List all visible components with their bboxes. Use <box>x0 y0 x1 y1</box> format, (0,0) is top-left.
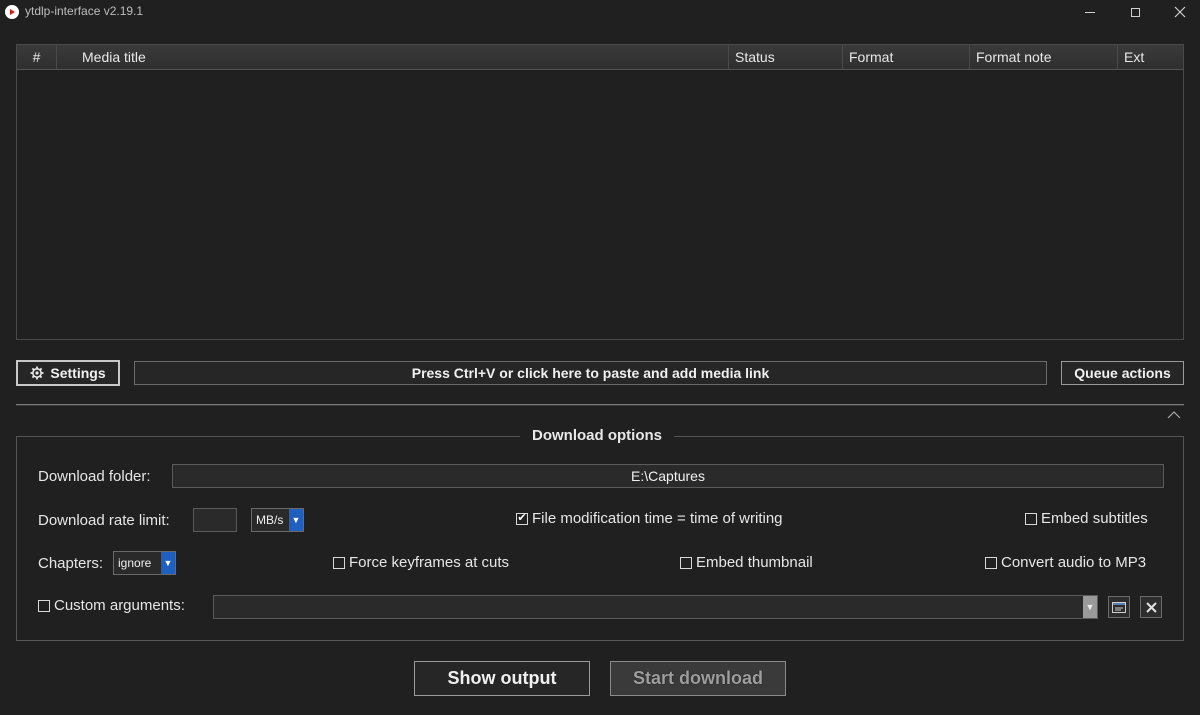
arguments-editor-button[interactable] <box>1108 596 1130 618</box>
checkbox-icon <box>38 599 50 612</box>
force-keyframes-label: Force keyframes at cuts <box>349 554 510 571</box>
checkbox-icon <box>1025 512 1037 525</box>
embed-thumbnail-checkbox[interactable]: Embed thumbnail <box>680 554 813 571</box>
close-icon <box>1174 6 1186 18</box>
queue-table-header: # Media title Status Format Format note … <box>17 45 1183 70</box>
editor-window-icon <box>1112 601 1126 613</box>
queue-list[interactable] <box>16 44 1184 340</box>
download-options-title: Download options <box>520 426 674 446</box>
download-folder-label: Download folder: <box>38 468 151 485</box>
chevron-down-icon: ▼ <box>161 552 175 574</box>
chevron-down-icon: ▼ <box>1083 596 1097 618</box>
clear-arguments-button[interactable] <box>1140 596 1162 618</box>
maximize-button[interactable] <box>1112 0 1158 24</box>
settings-label: Settings <box>50 365 106 381</box>
minimize-icon <box>1085 11 1095 13</box>
gear-icon <box>30 366 44 380</box>
force-keyframes-checkbox[interactable]: Force keyframes at cuts <box>333 554 509 571</box>
column-header-index[interactable]: # <box>17 45 57 69</box>
rate-limit-input[interactable] <box>193 508 237 532</box>
rate-limit-label: Download rate limit: <box>38 512 170 529</box>
close-icon <box>1145 601 1157 613</box>
column-header-status[interactable]: Status <box>729 45 843 69</box>
column-header-format[interactable]: Format <box>843 45 970 69</box>
checkbox-icon <box>680 556 692 569</box>
chevron-down-icon: ▼ <box>289 509 303 531</box>
file-mod-time-checkbox[interactable]: ✔ File modification time = time of writi… <box>516 510 783 527</box>
embed-thumbnail-label: Embed thumbnail <box>696 554 813 571</box>
column-header-format-note[interactable]: Format note <box>970 45 1118 69</box>
column-header-ext[interactable]: Ext <box>1118 45 1183 69</box>
show-output-button[interactable]: Show output <box>414 661 590 696</box>
rate-unit-value: MB/s <box>256 513 284 527</box>
chapters-value: ignore <box>118 556 152 570</box>
column-header-media-title[interactable]: Media title <box>76 45 729 69</box>
queue-actions-button[interactable]: Queue actions <box>1061 361 1184 385</box>
custom-arguments-combo[interactable]: ▼ <box>213 595 1098 619</box>
title-bar: ytdlp-interface v2.19.1 <box>0 0 1200 24</box>
paste-link-bar[interactable]: Press Ctrl+V or click here to paste and … <box>134 361 1047 385</box>
start-download-button[interactable]: Start download <box>610 661 786 696</box>
custom-arguments-label: Custom arguments: <box>54 597 185 614</box>
embed-subtitles-label: Embed subtitles <box>1041 510 1148 527</box>
checkbox-checked-icon: ✔ <box>516 512 528 525</box>
convert-mp3-checkbox[interactable]: Convert audio to MP3 <box>985 554 1146 571</box>
youtube-play-icon <box>5 5 19 19</box>
settings-button[interactable]: Settings <box>16 360 120 386</box>
minimize-button[interactable] <box>1067 0 1113 24</box>
chapters-label: Chapters: <box>38 555 104 572</box>
start-download-label: Start download <box>633 668 763 688</box>
custom-arguments-checkbox[interactable]: Custom arguments: <box>38 597 185 614</box>
checkbox-icon <box>333 556 345 569</box>
rate-unit-select[interactable]: MB/s ▼ <box>251 508 304 532</box>
queue-actions-label: Queue actions <box>1074 365 1171 381</box>
chevron-up-icon[interactable] <box>1166 408 1182 422</box>
download-folder-field[interactable]: E:\Captures <box>172 464 1164 488</box>
maximize-icon <box>1130 7 1140 17</box>
divider <box>16 404 1184 406</box>
paste-link-label: Press Ctrl+V or click here to paste and … <box>411 365 770 381</box>
file-mod-time-label: File modification time = time of writing <box>532 510 783 527</box>
show-output-label: Show output <box>447 668 557 688</box>
custom-arguments-value <box>214 596 1083 618</box>
window-title: ytdlp-interface v2.19.1 <box>25 4 144 18</box>
close-button[interactable] <box>1157 0 1200 24</box>
convert-mp3-label: Convert audio to MP3 <box>1001 554 1147 571</box>
embed-subtitles-checkbox[interactable]: Embed subtitles <box>1025 510 1148 527</box>
chapters-select[interactable]: ignore ▼ <box>113 551 176 575</box>
checkbox-icon <box>985 556 997 569</box>
